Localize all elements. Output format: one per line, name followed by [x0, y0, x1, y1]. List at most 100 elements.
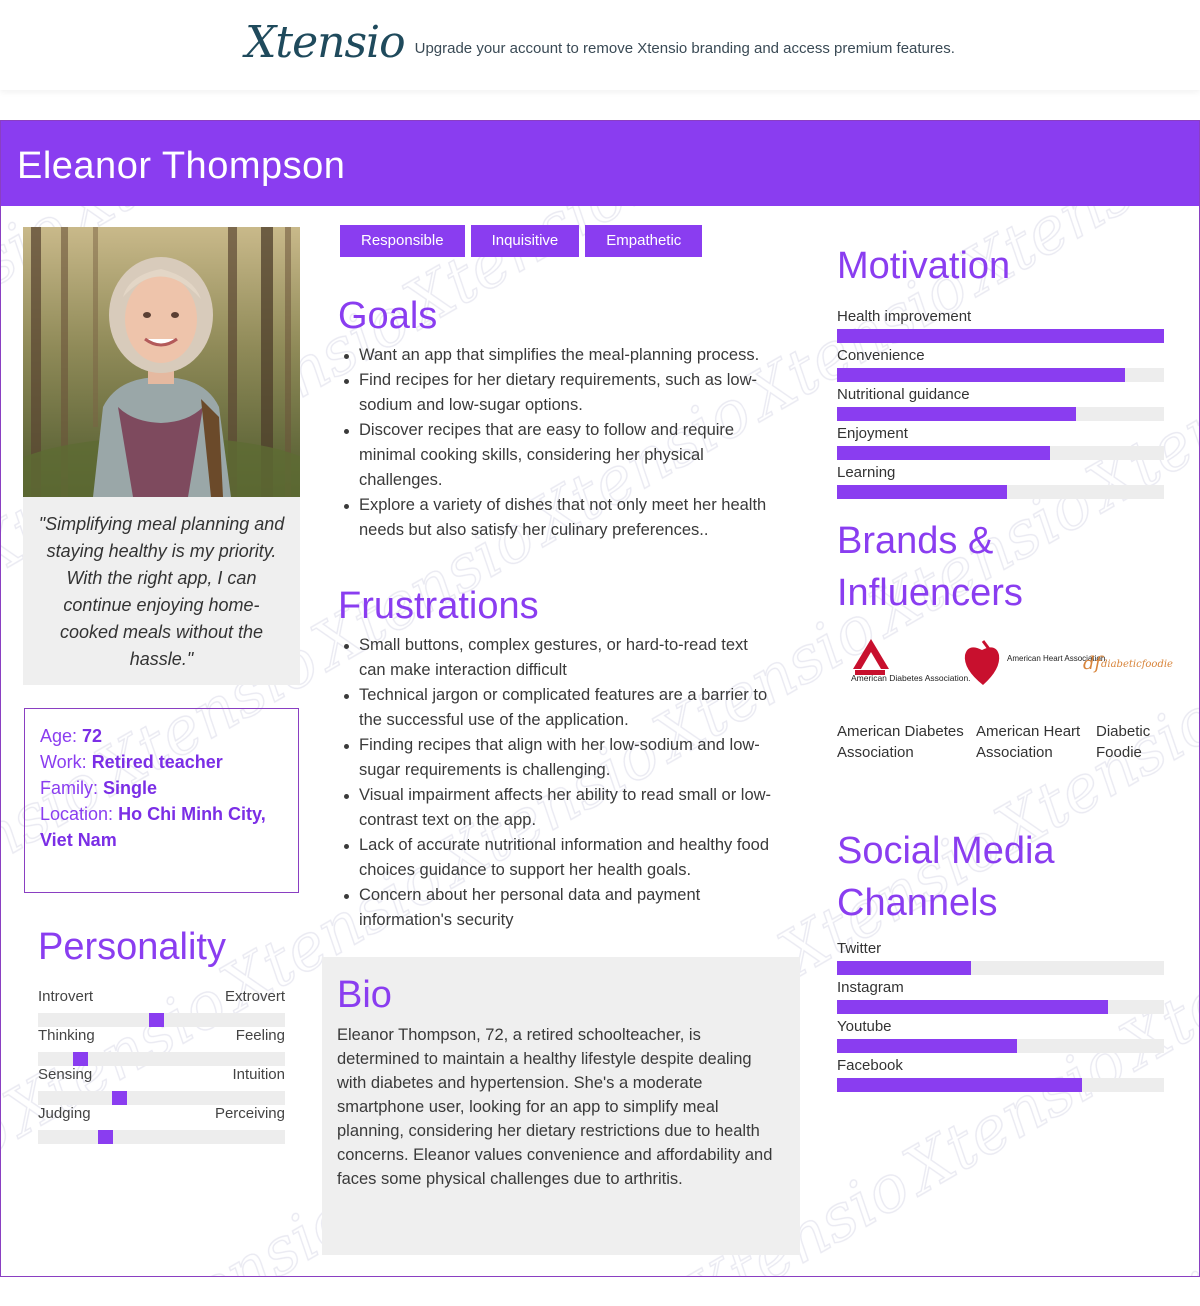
slider-labels: Introvert Extrovert: [38, 988, 285, 1008]
personality-slider-judging-perceiving[interactable]: Judging Perceiving: [38, 1105, 285, 1144]
social-title[interactable]: Social Media Channels: [837, 825, 1055, 929]
upgrade-banner: Xtensio Upgrade your account to remove X…: [0, 0, 1200, 90]
social-meter-label: Twitter: [837, 940, 882, 957]
family-value[interactable]: Single: [103, 778, 157, 798]
social-meter-track: [837, 961, 1164, 975]
motivation-meter-learning: Learning: [837, 464, 1164, 499]
slider-left-label: Sensing: [38, 1066, 93, 1083]
motivation-meter-fill: [837, 407, 1076, 421]
frustration-item[interactable]: Finding recipes that align with her low-…: [339, 733, 779, 783]
ada-logo-text: American Diabetes Association.: [851, 673, 971, 683]
family-label: Family:: [40, 778, 98, 798]
social-title-line2: Channels: [837, 882, 998, 924]
persona-header: Eleanor Thompson: [1, 121, 1199, 206]
persona-info-box: Age: 72 Work: Retired teacher Family: Si…: [24, 708, 299, 893]
motivation-meter-fill: [837, 329, 1164, 343]
brands-title[interactable]: Brands & Influencers: [837, 515, 1023, 619]
social-meter-fill: [837, 1039, 1017, 1053]
social-meter-twitter: Twitter: [837, 940, 1164, 975]
slider-track[interactable]: [38, 1130, 285, 1144]
tag-empathetic[interactable]: Empathetic: [585, 225, 703, 257]
slider-labels: Thinking Feeling: [38, 1027, 285, 1047]
slider-marker[interactable]: [149, 1013, 165, 1027]
work-value[interactable]: Retired teacher: [92, 752, 223, 772]
df-logo-text: diabeticfoodie: [1101, 659, 1173, 670]
slider-track[interactable]: [38, 1013, 285, 1027]
persona-photo[interactable]: [23, 227, 300, 497]
slider-track[interactable]: [38, 1091, 285, 1105]
age-value[interactable]: 72: [82, 726, 102, 746]
frustrations-title[interactable]: Frustrations: [338, 585, 539, 628]
frustration-item[interactable]: Visual impairment affects her ability to…: [339, 783, 779, 833]
motivation-meter-fill: [837, 368, 1125, 382]
motivation-meter-track: [837, 329, 1164, 343]
frustrations-list: Small buttons, complex gestures, or hard…: [339, 633, 779, 933]
slider-labels: Judging Perceiving: [38, 1105, 285, 1125]
social-meter-facebook: Facebook: [837, 1057, 1164, 1092]
frustration-item[interactable]: Technical jargon or complicated features…: [339, 683, 779, 733]
ada-logo-wordmark: American Diabetes Association.: [851, 673, 971, 683]
goals-list: Want an app that simplifies the meal-pla…: [339, 343, 785, 543]
brands-title-line2: Influencers: [837, 572, 1023, 614]
slider-marker[interactable]: [112, 1091, 128, 1105]
slider-right-label: Perceiving: [214, 1105, 285, 1122]
family-row: Family: Single: [40, 775, 283, 801]
frustration-item[interactable]: Lack of accurate nutritional information…: [339, 833, 779, 883]
frustration-item[interactable]: Concern about her personal data and paym…: [339, 883, 779, 933]
motivation-meter-label: Enjoyment: [837, 425, 908, 442]
location-row: Location: Ho Chi Minh City, Viet Nam: [40, 801, 283, 853]
brand-name-aha[interactable]: American Heart Association: [976, 721, 1096, 763]
motivation-meter-label: Nutritional guidance: [837, 386, 970, 403]
personality-title[interactable]: Personality: [38, 926, 226, 969]
age-label: Age:: [40, 726, 78, 746]
personality-slider-sensing-intuition[interactable]: Sensing Intuition: [38, 1066, 285, 1105]
work-row: Work: Retired teacher: [40, 749, 283, 775]
social-meter-track: [837, 1078, 1164, 1092]
social-meter-instagram: Instagram: [837, 979, 1164, 1014]
frustration-item[interactable]: Small buttons, complex gestures, or hard…: [339, 633, 779, 683]
slider-marker[interactable]: [72, 1052, 88, 1066]
personality-slider-thinking-feeling[interactable]: Thinking Feeling: [38, 1027, 285, 1066]
tag-responsible[interactable]: Responsible: [340, 225, 465, 257]
bio-text[interactable]: Eleanor Thompson, 72, a retired schoolte…: [337, 1023, 785, 1191]
slider-left-label: Judging: [38, 1105, 91, 1122]
social-meter-track: [837, 1000, 1164, 1014]
upgrade-message[interactable]: Upgrade your account to remove Xtensio b…: [415, 40, 955, 57]
brand-names: American Diabetes Association American H…: [837, 721, 1177, 763]
slider-left-label: Introvert: [38, 988, 94, 1005]
slider-labels: Sensing Intuition: [38, 1066, 285, 1086]
xtensio-logo[interactable]: Xtensio: [245, 17, 406, 68]
persona-card: Xtensio Eleanor Thompson: [0, 120, 1200, 1277]
motivation-meter-track: [837, 368, 1164, 382]
slider-right-label: Feeling: [235, 1027, 285, 1044]
goal-item[interactable]: Discover recipes that are easy to follow…: [339, 418, 785, 493]
slider-track[interactable]: [38, 1052, 285, 1066]
brand-name-ada[interactable]: American Diabetes Association: [837, 721, 976, 763]
diabetic-foodie-logo[interactable]: df diabeticfoodie: [1083, 653, 1173, 674]
goal-item[interactable]: Find recipes for her dietary requirement…: [339, 368, 785, 418]
motivation-meter-label: Health improvement: [837, 308, 972, 325]
goals-title[interactable]: Goals: [338, 295, 437, 338]
slider-left-label: Thinking: [38, 1027, 95, 1044]
slider-right-label: Intuition: [232, 1066, 285, 1083]
motivation-meter-enjoyment: Enjoyment: [837, 425, 1164, 460]
brand-name-df[interactable]: Diabetic Foodie: [1096, 721, 1176, 763]
goal-item[interactable]: Explore a variety of dishes that not onl…: [339, 493, 785, 543]
american-diabetes-association-logo[interactable]: American Diabetes Association.: [851, 639, 971, 683]
motivation-meter-convenience: Convenience: [837, 347, 1164, 382]
personality-slider-introvert-extrovert[interactable]: Introvert Extrovert: [38, 988, 285, 1027]
age-row: Age: 72: [40, 723, 283, 749]
motivation-meter-track: [837, 407, 1164, 421]
slider-right-label: Extrovert: [224, 988, 285, 1005]
motivation-title[interactable]: Motivation: [837, 245, 1010, 288]
social-meter-fill: [837, 961, 972, 975]
slider-marker[interactable]: [98, 1130, 114, 1144]
persona-quote[interactable]: "Simplifying meal planning and staying h…: [23, 497, 300, 685]
goal-item[interactable]: Want an app that simplifies the meal-pla…: [339, 343, 785, 368]
persona-name[interactable]: Eleanor Thompson: [17, 145, 345, 188]
tag-inquisitive[interactable]: Inquisitive: [470, 225, 580, 257]
motivation-meter-health-improvement: Health improvement: [837, 308, 1164, 343]
motivation-meter-fill: [837, 446, 1050, 460]
bio-title[interactable]: Bio: [337, 973, 785, 1017]
social-meter-label: Facebook: [837, 1057, 903, 1074]
